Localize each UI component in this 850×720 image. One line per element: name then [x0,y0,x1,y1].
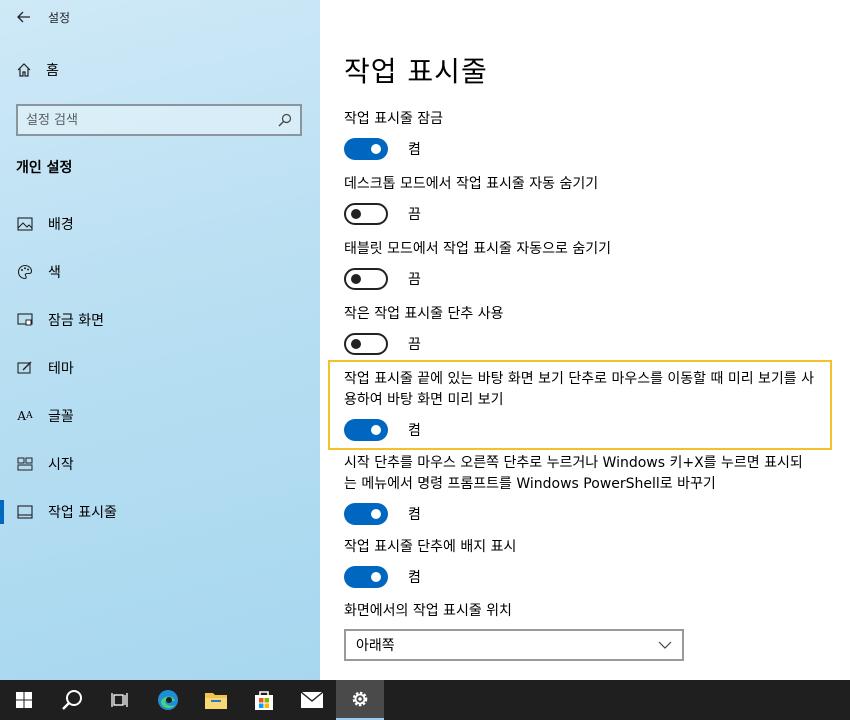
setting-auto-hide-desktop: 데스크톱 모드에서 작업 표시줄 자동 숨기기 끔 [344,174,814,225]
setting-powershell: 시작 단추를 마우스 오른쪽 단추로 누르거나 Windows 키+X를 누르면… [344,453,814,525]
setting-badges: 작업 표시줄 단추에 배지 표시 켬 [344,537,814,588]
taskbar-search-button[interactable] [48,680,96,720]
badges-toggle[interactable] [344,566,388,588]
sidebar-nav: 배경 색 잠금 화면 테마 AA 글꼴 시작 작업 표시줄 [0,200,320,536]
task-view-icon [111,693,128,707]
toggle-state: 끔 [408,337,421,353]
picture-icon [16,215,34,233]
sidebar-item-label: 글꼴 [48,409,74,425]
main-panel: 작업 표시줄 작업 표시줄 잠금 켬 데스크톱 모드에서 작업 표시줄 자동 숨… [320,0,850,680]
setting-location: 화면에서의 작업 표시줄 위치 [344,601,814,622]
setting-label: 작업 표시줄 끝에 있는 바탕 화면 보기 단추로 마우스를 이동할 때 미리 … [344,371,815,408]
setting-peek: 작업 표시줄 끝에 있는 바탕 화면 보기 단추로 마우스를 이동할 때 미리 … [344,369,814,441]
sidebar-item-lock-screen[interactable]: 잠금 화면 [0,296,320,344]
back-button[interactable] [0,0,48,34]
mail-icon [300,691,324,708]
setting-lock-taskbar: 작업 표시줄 잠금 켬 [344,109,814,160]
small-buttons-toggle[interactable] [344,333,388,355]
section-title: 개인 설정 [16,160,73,176]
edge-icon [158,690,178,710]
start-button[interactable] [0,680,48,720]
powershell-toggle[interactable] [344,503,388,525]
lock-taskbar-toggle[interactable] [344,138,388,160]
settings-button[interactable] [336,680,384,720]
sidebar: 설정 홈 개인 설정 배경 색 잠금 화면 테마 AA 글꼴 [0,0,320,680]
font-icon: AA [17,409,33,423]
sidebar-item-label: 색 [48,265,61,281]
sidebar-item-label: 작업 표시줄 [48,505,117,521]
toggle-state: 끔 [408,272,421,288]
setting-small-buttons: 작은 작업 표시줄 단추 사용 끔 [344,304,814,355]
auto-hide-desktop-toggle[interactable] [344,203,388,225]
lock-screen-icon [16,311,34,329]
sidebar-item-background[interactable]: 배경 [0,200,320,248]
toggle-state: 켬 [408,570,421,586]
taskbar-icon [16,503,34,521]
sidebar-item-taskbar[interactable]: 작업 표시줄 [0,488,320,536]
search-icon [278,113,292,127]
sidebar-item-font[interactable]: AA 글꼴 [0,392,320,440]
search-icon [62,690,82,710]
setting-label: 태블릿 모드에서 작업 표시줄 자동으로 숨기기 [344,241,611,257]
task-view-button[interactable] [96,680,144,720]
title-bar: 설정 [0,0,320,34]
start-icon [16,455,34,473]
settings-icon [352,691,368,707]
home-link[interactable]: 홈 [16,60,59,80]
setting-label: 데스크톱 모드에서 작업 표시줄 자동 숨기기 [344,176,599,192]
auto-hide-tablet-toggle[interactable] [344,268,388,290]
setting-label: 작업 표시줄 잠금 [344,111,444,127]
sidebar-item-label: 테마 [48,361,74,377]
palette-icon [16,263,34,281]
toggle-state: 켬 [408,423,421,439]
sidebar-item-label: 잠금 화면 [48,313,104,329]
sidebar-item-start[interactable]: 시작 [0,440,320,488]
edge-button[interactable] [144,680,192,720]
file-explorer-icon [205,693,227,709]
home-label: 홈 [46,63,59,79]
settings-search[interactable] [16,104,302,136]
toggle-state: 켬 [408,142,421,158]
select-value: 아래쪽 [356,638,395,654]
toggle-state: 끔 [408,207,421,223]
setting-auto-hide-tablet: 태블릿 모드에서 작업 표시줄 자동으로 숨기기 끔 [344,239,814,290]
setting-label: 작업 표시줄 단추에 배지 표시 [344,539,517,555]
peek-toggle[interactable] [344,419,388,441]
theme-icon [16,359,34,377]
chevron-down-icon [658,641,672,649]
toggle-state: 켬 [408,507,421,523]
windows-logo-icon [16,692,32,708]
back-arrow-icon [17,11,30,23]
sidebar-item-color[interactable]: 색 [0,248,320,296]
search-input[interactable] [26,112,278,128]
sidebar-item-theme[interactable]: 테마 [0,344,320,392]
page-title: 작업 표시줄 [344,55,488,88]
mail-button[interactable] [288,680,336,720]
setting-label: 시작 단추를 마우스 오른쪽 단추로 누르거나 Windows 키+X를 누르면… [344,455,803,492]
home-icon [17,63,31,77]
file-explorer-button[interactable] [192,680,240,720]
store-icon [255,691,273,710]
setting-label: 작은 작업 표시줄 단추 사용 [344,306,504,322]
taskbar-location-select[interactable]: 아래쪽 [344,629,684,661]
windows-taskbar [0,680,850,720]
window-title: 설정 [48,10,71,25]
sidebar-item-label: 배경 [48,217,74,233]
store-button[interactable] [240,680,288,720]
location-label: 화면에서의 작업 표시줄 위치 [344,603,512,619]
sidebar-item-label: 시작 [48,457,74,473]
